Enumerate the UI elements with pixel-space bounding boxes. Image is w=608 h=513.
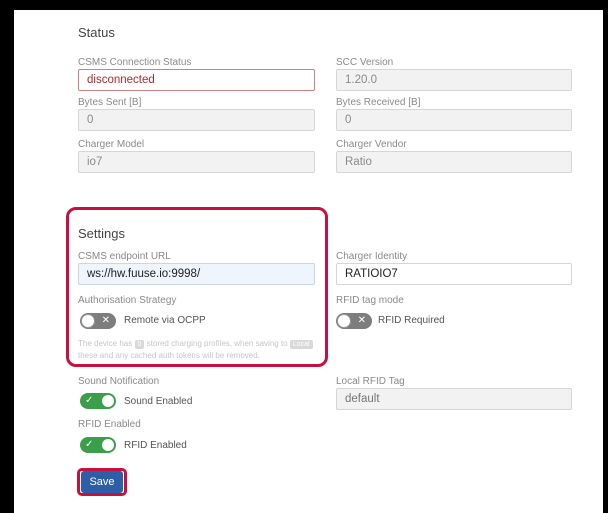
bytes-sent-field: 0 bbox=[78, 109, 315, 131]
local-badge: Local bbox=[289, 340, 313, 349]
csms-endpoint-url-label: CSMS endpoint URL bbox=[78, 251, 171, 262]
rfid-tag-mode-label: RFID tag mode bbox=[336, 295, 404, 306]
settings-heading: Settings bbox=[78, 226, 125, 241]
toggle-knob bbox=[101, 394, 115, 408]
bytes-received-label: Bytes Received [B] bbox=[336, 97, 421, 108]
toggle-knob bbox=[337, 314, 351, 328]
authorisation-strategy-label: Authorisation Strategy bbox=[78, 295, 177, 306]
rfid-tag-mode-toggle[interactable]: ✕ bbox=[336, 313, 372, 329]
scc-version-label: SCC Version bbox=[336, 57, 394, 68]
rfid-enabled-toggle-label: RFID Enabled bbox=[124, 440, 187, 451]
authorisation-strategy-toggle[interactable]: ✕ bbox=[80, 313, 116, 329]
charger-model-field: io7 bbox=[78, 151, 315, 173]
csms-connection-status-field: disconnected bbox=[78, 69, 315, 91]
status-heading: Status bbox=[78, 25, 115, 40]
check-icon: ✓ bbox=[85, 439, 94, 450]
toggle-knob bbox=[101, 438, 115, 452]
sound-notification-toggle-label: Sound Enabled bbox=[124, 396, 193, 407]
save-button[interactable]: Save bbox=[81, 471, 123, 493]
charger-vendor-field: Ratio bbox=[336, 151, 572, 173]
x-icon: ✕ bbox=[101, 315, 110, 326]
charger-model-label: Charger Model bbox=[78, 139, 145, 150]
profiles-warning-note: The device has 0 stored charging profile… bbox=[78, 338, 322, 362]
bytes-received-field: 0 bbox=[336, 109, 572, 131]
charger-identity-input[interactable] bbox=[336, 263, 572, 285]
rfid-enabled-label: RFID Enabled bbox=[78, 419, 141, 430]
charger-identity-label: Charger Identity bbox=[336, 251, 408, 262]
local-rfid-tag-input[interactable] bbox=[336, 388, 572, 410]
sound-notification-label: Sound Notification bbox=[78, 376, 160, 387]
rfid-enabled-toggle[interactable]: ✓ bbox=[80, 437, 116, 453]
check-icon: ✓ bbox=[85, 395, 94, 406]
rfid-tag-mode-toggle-label: RFID Required bbox=[378, 315, 445, 326]
authorisation-strategy-toggle-label: Remote via OCPP bbox=[124, 315, 206, 326]
scc-version-field: 1.20.0 bbox=[336, 69, 572, 91]
charger-vendor-label: Charger Vendor bbox=[336, 139, 407, 150]
csms-connection-status-label: CSMS Connection Status bbox=[78, 57, 192, 68]
toggle-knob bbox=[81, 314, 95, 328]
x-icon: ✕ bbox=[357, 315, 366, 326]
sound-notification-toggle[interactable]: ✓ bbox=[80, 393, 116, 409]
local-rfid-tag-label: Local RFID Tag bbox=[336, 376, 405, 387]
csms-endpoint-url-input[interactable] bbox=[78, 263, 315, 285]
settings-page: Status CSMS Connection Status disconnect… bbox=[14, 10, 603, 513]
profile-count-badge: 0 bbox=[134, 340, 145, 349]
bytes-sent-label: Bytes Sent [B] bbox=[78, 97, 142, 108]
